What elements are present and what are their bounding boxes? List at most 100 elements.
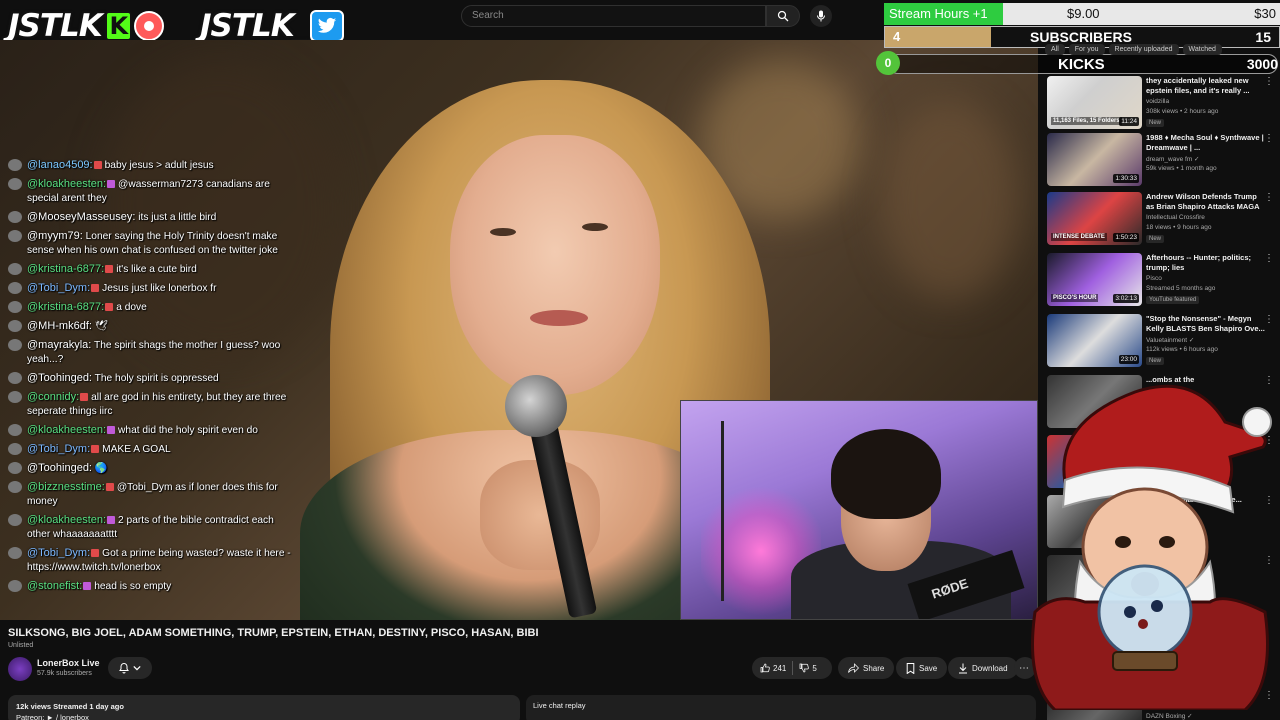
chat-message-body: @kristina-6877: a dove (27, 300, 298, 315)
chat-message-body: @connidy: all are god in his entirety, bu… (27, 390, 298, 419)
record-icon (133, 11, 164, 41)
search-input[interactable]: Search (461, 5, 766, 27)
chat-text: it's like a cute bird (116, 264, 197, 275)
video-thumbnail[interactable]: 23:00 (1047, 314, 1142, 367)
chat-avatar-icon (8, 263, 22, 275)
chat-avatar-icon (8, 282, 22, 294)
chat-username[interactable]: @Toohinged: (27, 372, 92, 384)
subscribers-count: 4 (893, 29, 901, 44)
recommendation-tag: New (1146, 235, 1165, 243)
chat-message-body: @Toohinged: The holy spirit is oppressed (27, 371, 298, 386)
recommendation-meta: 18 views • 9 hours ago (1146, 224, 1212, 231)
recommendation-channel[interactable]: Valuetainment ✓ (1146, 336, 1194, 344)
download-label: Download (972, 663, 1008, 673)
chat-username[interactable]: @MooseyMasseusey: (27, 211, 135, 223)
recommendation-channel[interactable]: Intellectual Crossfire (1146, 214, 1205, 221)
search-button[interactable] (766, 5, 800, 27)
live-chat-replay[interactable]: Live chat replay (526, 695, 1036, 720)
chat-username[interactable]: @Tobi_Dym: (27, 282, 90, 294)
recommendation-channel[interactable]: dream_wave fm ✓ (1146, 155, 1200, 163)
description-box[interactable]: 12k views Streamed 1 day ago Patreon: ► … (8, 695, 520, 720)
download-button[interactable]: Download (948, 657, 1018, 679)
notification-bell-button[interactable] (108, 657, 152, 679)
filter-chip[interactable]: Watched (1182, 44, 1222, 55)
stream-hours-label: Stream Hours +1 (889, 6, 988, 21)
chat-username[interactable]: @kristina-6877: (27, 301, 104, 313)
chat-username[interactable]: @bizznesstime: (27, 481, 105, 493)
chat-username[interactable]: @Toohinged: (27, 462, 92, 474)
avatar[interactable] (8, 657, 32, 681)
chat-message: @kloakheesten: 2 parts of the bible contr… (8, 513, 298, 542)
chat-username[interactable]: @mayrakyla: (27, 339, 91, 351)
chat-message: @kristina-6877: a dove (8, 300, 298, 315)
recommendation-item[interactable]: 1:30:33 1988 ♦ Mecha Soul ♦ Synthwave | D… (1045, 133, 1280, 191)
video-thumbnail[interactable]: PISCO'S HOUR 3:02:13 (1047, 253, 1142, 306)
filter-chip[interactable]: Recently uploaded (1108, 44, 1179, 55)
like-button[interactable]: 241 (760, 663, 786, 673)
chat-message: @myym79: Loner saying the Holy Trinity d… (8, 229, 298, 258)
chat-message: @stonefist: head is so empty (8, 579, 298, 594)
more-icon[interactable]: ⋮ (1264, 76, 1274, 87)
recommendation-item[interactable]: 11,163 Files, 15 Folders 11:24 they accide… (1045, 76, 1280, 134)
app-root: JSTLK K JSTLK_ Search RØDE @lanao4509: b… (0, 0, 1280, 720)
video-thumbnail[interactable]: 11,163 Files, 15 Folders 11:24 (1047, 76, 1142, 129)
brand-logo-text: JSTLK (8, 8, 103, 44)
chat-avatar-icon (8, 301, 22, 313)
filter-chip[interactable]: All (1045, 44, 1065, 55)
chat-username[interactable]: @MH-mk6df: (27, 320, 92, 332)
thumbnail-text: 11,163 Files, 15 Folders (1051, 117, 1122, 125)
unlisted-badge: Unlisted (8, 642, 34, 649)
channel-name[interactable]: LonerBox Live (37, 658, 100, 668)
dislike-button[interactable]: 5 (799, 663, 817, 673)
stream-hours-right: $30 (1254, 6, 1276, 21)
recommendation-title[interactable]: they accidentally leaked new epstein fil… (1146, 76, 1266, 96)
stream-hours-goal: Stream Hours +1 $9.00 $30 (884, 3, 1280, 25)
chat-message: @kloakheesten: what did the holy spirit e… (8, 423, 298, 438)
recommendation-title[interactable]: 1988 ♦ Mecha Soul ♦ Synthwave | Dreamwav… (1146, 133, 1266, 153)
video-title: SILKSONG, BIG JOEL, ADAM SOMETHING, TRUM… (8, 627, 539, 639)
chat-avatar-icon (8, 230, 22, 242)
recommendation-title[interactable]: "Stop the Nonsense" - Megyn Kelly BLASTS… (1146, 314, 1266, 334)
chat-message: @Tobi_Dym: Jesus just like lonerbox fr (8, 281, 298, 296)
recommendation-item[interactable]: PISCO'S HOUR 3:02:13 Afterhours -- Hunter;… (1045, 253, 1280, 311)
more-icon[interactable]: ⋮ (1264, 192, 1274, 203)
chat-username[interactable]: @lanao4509: (27, 159, 93, 171)
video-thumbnail[interactable]: INTENSE DEBATE 1:50:23 (1047, 192, 1142, 245)
more-icon[interactable]: ⋮ (1264, 133, 1274, 144)
recommendation-title[interactable]: Afterhours -- Hunter; politics; trump; l… (1146, 253, 1266, 273)
chat-username[interactable]: @kloakheesten: (27, 178, 106, 190)
save-icon (906, 662, 915, 674)
chat-username[interactable]: @stonefist: (27, 580, 82, 592)
chat-text: 🌎 (94, 463, 108, 474)
filter-chip[interactable]: For you (1068, 44, 1105, 55)
chat-message-body: @Tobi_Dym: MAKE A GOAL (27, 442, 298, 457)
save-button[interactable]: Save (896, 657, 948, 679)
recommendation-channel[interactable]: voidzilla (1146, 98, 1169, 105)
chat-username[interactable]: @kloakheesten: (27, 424, 106, 436)
more-icon[interactable]: ⋮ (1264, 314, 1274, 325)
chat-username[interactable]: @myym79: (27, 230, 83, 242)
chat-username[interactable]: @connidy: (27, 391, 79, 403)
recommendation-title[interactable]: Andrew Wilson Defends Trump as Brian Sha… (1146, 192, 1266, 212)
search-icon (777, 10, 789, 22)
chat-avatar-icon (8, 372, 22, 384)
video-thumbnail[interactable]: 1:30:33 (1047, 133, 1142, 186)
chat-username[interactable]: @Tobi_Dym: (27, 443, 90, 455)
share-label: Share (863, 663, 885, 673)
recommendation-channel[interactable]: Pisco (1146, 275, 1162, 282)
voice-search-button[interactable] (810, 5, 832, 27)
speaker-face (450, 135, 660, 395)
chat-username[interactable]: @kloakheesten: (27, 514, 106, 526)
bell-icon (119, 662, 129, 673)
recommendation-meta: 59k views • 1 month ago (1146, 165, 1217, 172)
recommendation-channel[interactable]: DAZN Boxing ✓ (1146, 712, 1193, 720)
stream-hours-mid: $9.00 (1067, 6, 1100, 21)
share-button[interactable]: Share (838, 657, 895, 679)
mic-icon (817, 10, 825, 22)
recommendation-item[interactable]: INTENSE DEBATE 1:50:23 Andrew Wilson Defen… (1045, 192, 1280, 250)
chat-username[interactable]: @kristina-6877: (27, 263, 104, 275)
chat-username[interactable]: @Tobi_Dym: (27, 547, 90, 559)
chat-avatar-icon (8, 178, 22, 190)
thumb-up-icon (760, 663, 770, 673)
more-icon[interactable]: ⋮ (1264, 253, 1274, 264)
